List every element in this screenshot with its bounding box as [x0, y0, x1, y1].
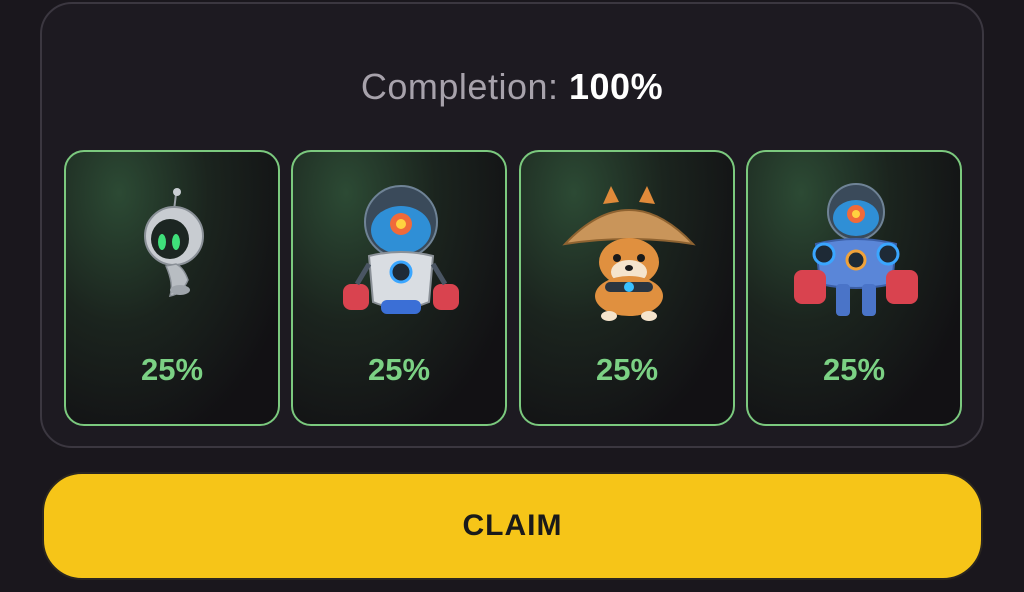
- character-card-3[interactable]: 25%: [519, 150, 735, 426]
- character-card-2[interactable]: 25%: [291, 150, 507, 426]
- completion-text: Completion: 100%: [42, 66, 982, 108]
- completion-label: Completion:: [360, 66, 559, 107]
- character-card-1[interactable]: 25%: [64, 150, 280, 426]
- card-percent: 25%: [140, 352, 204, 387]
- mech-robot-icon: [794, 183, 918, 316]
- card-percent: 25%: [822, 352, 886, 387]
- card-percent: 25%: [595, 352, 659, 387]
- astronaut-robot-icon: [144, 188, 204, 297]
- card-percent: 25%: [367, 352, 431, 387]
- boxing-robot-icon: [343, 185, 459, 314]
- completion-value: 100%: [569, 66, 664, 107]
- character-card-4[interactable]: 25%: [746, 150, 962, 426]
- claim-button[interactable]: CLAIM: [42, 472, 983, 580]
- shiba-dog-icon: [562, 186, 696, 321]
